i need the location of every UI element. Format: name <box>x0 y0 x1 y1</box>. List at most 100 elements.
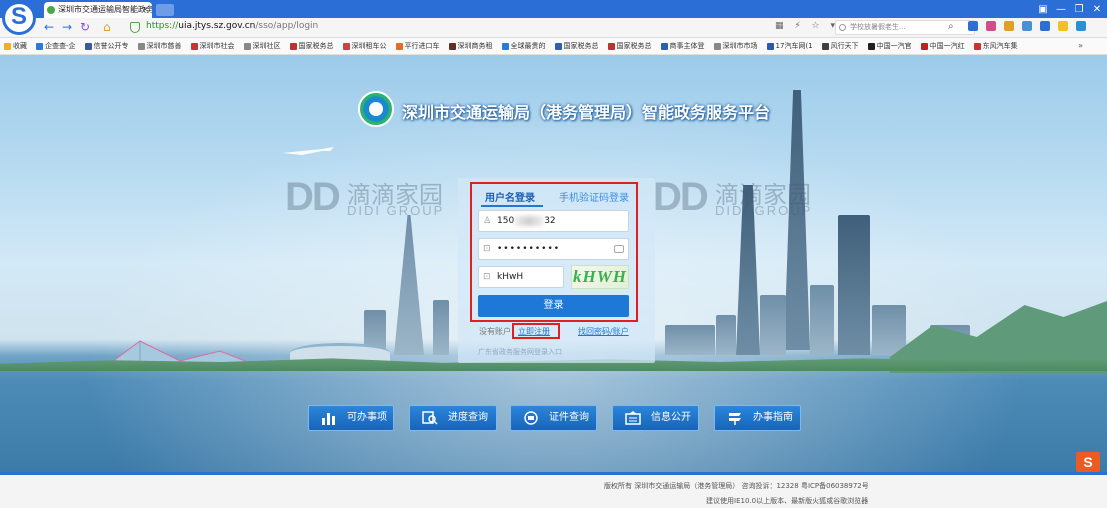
recover-account-link[interactable]: 找回密码/账户 <box>578 326 629 337</box>
login-submit-button[interactable]: 登录 <box>478 295 629 317</box>
extension-icon[interactable] <box>968 21 978 31</box>
url-host: uia.jtys.sz.gov.cn <box>178 21 256 31</box>
download-icon[interactable] <box>1076 21 1086 31</box>
tab-phone-login[interactable]: 手机验证码登录 <box>559 189 629 204</box>
note-icon[interactable] <box>1022 21 1032 31</box>
tab-close-icon[interactable]: × <box>141 2 149 18</box>
password-input[interactable]: ⊡ •••••••••• <box>478 238 629 260</box>
tab-username-login[interactable]: 用户名登录 <box>485 189 535 204</box>
bar-chart-icon <box>322 413 335 425</box>
service-progress-query-button[interactable]: 进度查询 <box>409 405 497 431</box>
building <box>665 325 715 355</box>
refresh-icon[interactable]: ↻ <box>80 20 90 34</box>
cut-icon[interactable] <box>986 21 996 31</box>
footer <box>0 472 1107 508</box>
info-icon <box>625 411 641 425</box>
search-icon <box>839 24 846 31</box>
footer-browser-note: 建议使用IE10.0以上版本、最新版火狐或谷歌浏览器 <box>706 497 869 505</box>
bookmark-item[interactable]: 信誉公开专 <box>84 41 129 51</box>
address-bar[interactable]: https://uia.jtys.sz.gov.cn/sso/app/login <box>146 21 318 31</box>
bookmark-item[interactable]: 深圳租车公 <box>342 41 387 51</box>
ball-icon[interactable] <box>1004 21 1014 31</box>
footer-copyright: 版权所有 深圳市交通运输局（港务管理局） 咨询投诉：12328 粤ICP备060… <box>604 482 869 490</box>
bookmark-item[interactable]: 国家税务总 <box>289 41 334 51</box>
search-go-icon[interactable]: ⌕ <box>948 21 954 32</box>
tab-title: 深圳市交通运输局智能政务... <box>58 5 152 14</box>
window-controls: ▣ — ❐ ✕ <box>1037 0 1103 18</box>
address-bar-tools[interactable]: ▦ ⚡ ☆ ▾ <box>775 21 839 31</box>
bookmark-item[interactable]: 商事主体登 <box>660 41 705 51</box>
watermark-en: DIDI GROUP <box>347 203 445 218</box>
grid-icon[interactable] <box>1040 21 1050 31</box>
bookmark-item[interactable]: 深圳市市场 <box>713 41 758 51</box>
service-label: 办事指南 <box>753 412 793 423</box>
bookmark-item[interactable]: 东风汽车集 <box>973 41 1018 51</box>
skyscraper <box>838 215 870 355</box>
bookmark-item[interactable]: 深圳商务租 <box>448 41 493 51</box>
service-info-disclosure-button[interactable]: 信息公开 <box>612 405 699 431</box>
secure-shield-icon <box>130 22 140 33</box>
guangdong-gov-login-link[interactable]: 广东省政务服务网登录入口 <box>478 347 562 357</box>
building <box>872 305 906 355</box>
captcha-input[interactable]: ⊡ kHwH <box>478 266 564 288</box>
bookmarks-more-icon[interactable]: » <box>1078 41 1083 50</box>
bookmark-item[interactable]: 深圳市社会 <box>190 41 235 51</box>
watermark-logo: DD <box>653 175 709 219</box>
toolbar-extensions <box>968 21 1086 31</box>
username-input[interactable]: ♙ 150 32 <box>478 210 629 232</box>
bookmark-item[interactable]: 企查查-企 <box>36 41 76 51</box>
keyboard-icon[interactable] <box>614 245 624 253</box>
guide-icon <box>729 413 741 425</box>
service-available-items-button[interactable]: 可办事项 <box>308 405 394 431</box>
captcha-value: kHwH <box>497 272 524 282</box>
service-label: 可办事项 <box>347 412 387 423</box>
browser-logo-icon[interactable]: S <box>2 1 36 35</box>
page-title: 深圳市交通运输局（港务管理局）智能政务服务平台 <box>402 103 771 122</box>
bookmark-item[interactable]: 收藏 <box>4 41 27 51</box>
bookmark-item[interactable]: 中国一汽红 <box>920 41 965 51</box>
url-protocol: https:// <box>146 21 179 31</box>
bookmark-item[interactable]: 深圳市慈善 <box>137 41 182 51</box>
bookmark-item[interactable]: 国家税务总 <box>554 41 599 51</box>
bookmark-item[interactable]: 全球最贵的 <box>501 41 546 51</box>
service-label: 进度查询 <box>448 412 488 423</box>
search-placeholder: 学校放暑假老生... <box>850 23 906 31</box>
no-account-label: 没有账户 <box>479 327 511 336</box>
service-label: 证件查询 <box>549 412 589 423</box>
airplane <box>282 147 334 155</box>
bookmark-item[interactable]: 风行天下 <box>821 41 859 51</box>
active-browser-tab[interactable]: 深圳市交通运输局智能政务... × <box>44 2 152 18</box>
shield-icon: ⊡ <box>483 272 491 282</box>
bookmark-item[interactable]: 深圳社区 <box>243 41 281 51</box>
service-guide-button[interactable]: 办事指南 <box>714 405 801 431</box>
building <box>716 315 736 355</box>
password-mask: •••••••••• <box>497 244 561 254</box>
register-link[interactable]: 立即注册 <box>518 326 550 337</box>
window-skin-icon[interactable]: ▣ <box>1037 4 1049 15</box>
smile-icon[interactable] <box>1058 21 1068 31</box>
bookmark-item[interactable]: 17汽车网(1 <box>766 41 813 51</box>
bookmarks-bar: 收藏 企查查-企 信誉公开专 深圳市慈善 深圳市社会 深圳社区 国家税务总 深圳… <box>0 38 1107 55</box>
forward-icon[interactable]: → <box>62 20 72 34</box>
tab-favicon-icon <box>47 6 55 14</box>
window-minimize-icon[interactable]: — <box>1055 4 1067 15</box>
bookmark-item[interactable]: 国家税务总 <box>607 41 652 51</box>
redacted-digits <box>514 215 545 226</box>
home-icon[interactable]: ⌂ <box>103 20 111 34</box>
watermark-left: DD 滴滴家园 DIDI GROUP <box>285 175 443 220</box>
building <box>810 285 834 355</box>
bureau-emblem-icon <box>358 91 394 127</box>
bookmark-item[interactable]: 中国一汽官 <box>867 41 912 51</box>
captcha-image[interactable]: kHWH <box>571 265 629 289</box>
watermark-right: DD 滴滴家园 DIDI GROUP <box>653 175 811 220</box>
window-close-icon[interactable]: ✕ <box>1091 4 1103 15</box>
back-icon[interactable]: ← <box>44 20 54 34</box>
service-certificate-query-button[interactable]: 证件查询 <box>510 405 597 431</box>
browser-search-input[interactable]: 学校放暑假老生... <box>835 20 975 35</box>
new-tab-button[interactable] <box>156 4 174 16</box>
bookmark-item[interactable]: 平行进口车 <box>395 41 440 51</box>
ime-badge-icon[interactable]: S <box>1076 452 1100 472</box>
url-path: /sso/app/login <box>255 21 319 31</box>
watermark-logo: DD <box>285 175 341 219</box>
window-maximize-icon[interactable]: ❐ <box>1073 4 1085 15</box>
